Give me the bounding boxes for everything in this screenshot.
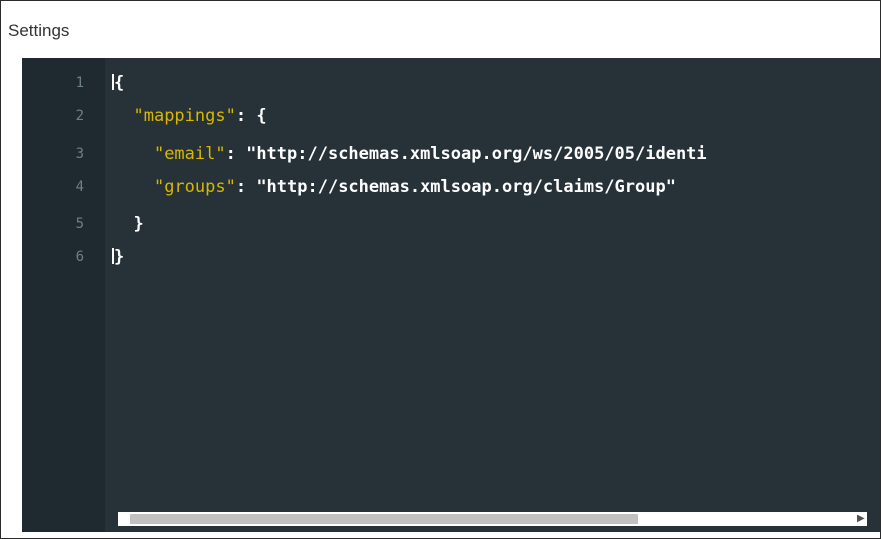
json-value: : "http://schemas.xmlsoap.org/ws/2005/05…	[225, 144, 707, 164]
line-number: 4	[75, 179, 84, 195]
scrollbar-thumb[interactable]	[130, 514, 638, 524]
line-number: 3	[75, 146, 84, 162]
code-line[interactable]: "groups": "http://schemas.xmlsoap.org/cl…	[113, 174, 676, 200]
code-line[interactable]: {	[112, 70, 124, 96]
line-number: 2	[75, 108, 84, 124]
horizontal-scrollbar[interactable]: ◀ ▶	[105, 506, 880, 532]
settings-panel: Settings 1 2 3 4 5 6 { "mappings": { "em…	[0, 0, 881, 539]
panel-title: Settings	[8, 21, 70, 40]
json-value: : "http://schemas.xmlsoap.org/claims/Gro…	[235, 177, 676, 197]
json-key: "groups"	[153, 177, 236, 197]
code-line[interactable]: }	[113, 211, 143, 237]
scrollbar-track[interactable]	[118, 512, 867, 526]
line-number-gutter: 1 2 3 4 5 6	[22, 58, 105, 532]
code-line[interactable]: "mappings": {	[113, 103, 266, 129]
code-editor[interactable]: 1 2 3 4 5 6 { "mappings": { "email": "ht…	[22, 58, 880, 532]
line-number: 1	[75, 75, 84, 91]
scroll-right-arrow-icon[interactable]: ▶	[857, 514, 867, 524]
json-key: "email"	[153, 144, 226, 164]
code-line[interactable]: "email": "http://schemas.xmlsoap.org/ws/…	[113, 141, 707, 167]
line-number: 6	[75, 249, 84, 265]
line-number: 5	[75, 216, 84, 232]
code-line[interactable]: }	[112, 244, 124, 270]
json-key: "mappings"	[133, 106, 236, 126]
